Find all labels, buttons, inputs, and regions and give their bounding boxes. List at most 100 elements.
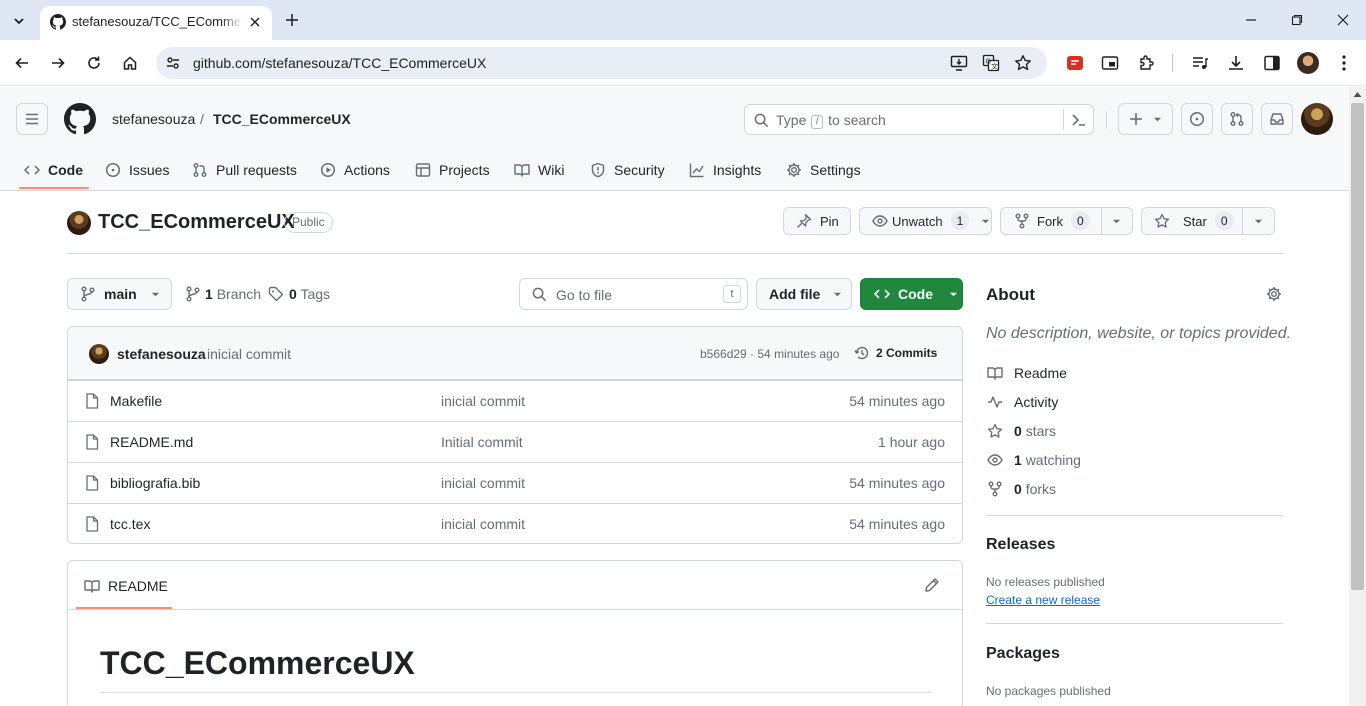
tab-issues[interactable]: Issues	[105, 160, 169, 180]
eye-icon	[872, 215, 888, 227]
media-controls-button[interactable]	[1188, 51, 1212, 75]
go-to-file-input[interactable]: Go to file t	[519, 278, 748, 310]
user-avatar[interactable]	[1301, 103, 1333, 135]
commit-meta[interactable]: b566d29 · 54 minutes ago	[700, 347, 839, 361]
commit-message[interactable]: inicial commit	[207, 346, 291, 362]
translate-icon[interactable]: G文	[980, 52, 1002, 74]
triangle-down-icon	[982, 219, 990, 223]
readme-link[interactable]: Readme	[986, 363, 1067, 383]
site-info-icon[interactable]	[162, 52, 184, 74]
scrollbar-thumb[interactable]	[1351, 103, 1364, 590]
search-icon	[532, 287, 547, 302]
new-tab-button[interactable]	[282, 10, 302, 30]
commits-link[interactable]: 2 Commits	[854, 345, 937, 361]
create-new-button[interactable]	[1118, 103, 1173, 135]
unwatch-button[interactable]: Unwatch 1	[859, 207, 992, 235]
tab-search-button[interactable]	[6, 8, 32, 34]
chrome-menu-button[interactable]	[1332, 51, 1356, 75]
packages-title[interactable]: Packages	[986, 645, 1060, 663]
extension-button[interactable]	[1063, 51, 1087, 75]
forks-link[interactable]: 0 forks	[986, 479, 1056, 499]
add-file-button[interactable]: Add file	[756, 278, 852, 310]
tab-code[interactable]: Code	[24, 160, 83, 180]
file-commit-message[interactable]: inicial commit	[441, 516, 525, 532]
issues-button[interactable]	[1181, 103, 1213, 135]
repo-title[interactable]: TCC_ECommerceUX	[98, 211, 295, 234]
tab-security[interactable]: Security	[590, 160, 665, 180]
browser-tab[interactable]: stefanesouza/TCC_ECommerceUX	[40, 6, 272, 40]
file-name[interactable]: Makefile	[110, 393, 162, 409]
profile-button[interactable]	[1296, 51, 1320, 75]
reload-button[interactable]	[82, 51, 106, 75]
inbox-icon	[1270, 113, 1284, 125]
table-row[interactable]: README.md Initial commit 1 hour ago	[68, 421, 962, 462]
plus-icon	[1130, 113, 1142, 125]
watching-link[interactable]: 1 watching	[986, 450, 1081, 470]
table-row[interactable]: tcc.tex inicial commit 54 minutes ago	[68, 503, 962, 543]
search-divider	[1063, 109, 1064, 130]
picture-in-picture-button[interactable]	[1098, 51, 1122, 75]
address-bar[interactable]: github.com/stefanesouza/TCC_ECommerceUX …	[156, 47, 1047, 79]
table-row[interactable]: bibliografia.bib inicial commit 54 minut…	[68, 462, 962, 503]
minimize-button[interactable]	[1236, 8, 1266, 32]
activity-link[interactable]: Activity	[986, 392, 1058, 412]
side-panel-icon	[1264, 55, 1280, 71]
stars-link[interactable]: 0 stars	[986, 421, 1056, 441]
inbox-button[interactable]	[1261, 103, 1293, 135]
close-tab-icon[interactable]	[246, 13, 264, 31]
file-commit-message[interactable]: inicial commit	[441, 475, 525, 491]
tab-projects[interactable]: Projects	[415, 160, 490, 180]
pin-button[interactable]: Pin	[783, 207, 851, 235]
tab-wiki[interactable]: Wiki	[514, 160, 564, 180]
open-global-nav-button[interactable]	[16, 103, 48, 135]
arrow-left-icon	[15, 57, 28, 69]
breadcrumb-repo[interactable]: TCC_ECommerceUX	[213, 111, 351, 127]
file-icon	[86, 516, 99, 532]
command-palette-icon[interactable]	[1071, 112, 1087, 128]
back-button[interactable]	[10, 51, 34, 75]
tab-actions[interactable]: Actions	[320, 160, 390, 180]
branch-select-button[interactable]: main	[67, 278, 172, 310]
install-app-icon[interactable]	[948, 52, 970, 74]
star-button[interactable]: Star 0	[1141, 207, 1275, 235]
search-input[interactable]: Type / to search	[744, 104, 1094, 135]
restore-button[interactable]	[1282, 8, 1312, 32]
triangle-down-icon	[151, 292, 159, 296]
arrow-right-icon	[52, 57, 65, 69]
code-button[interactable]: Code	[860, 278, 963, 310]
file-name[interactable]: bibliografia.bib	[110, 475, 200, 491]
gear-icon[interactable]	[1266, 286, 1282, 302]
file-commit-message[interactable]: inicial commit	[441, 393, 525, 409]
home-icon	[123, 56, 137, 70]
fork-button[interactable]: Fork 0	[1000, 207, 1133, 235]
extensions-button[interactable]	[1135, 51, 1159, 75]
create-release-link[interactable]: Create a new release	[986, 593, 1100, 607]
tab-settings[interactable]: Settings	[786, 160, 861, 180]
side-panel-button[interactable]	[1260, 51, 1284, 75]
tags-link[interactable]: 0 Tags	[268, 286, 330, 302]
downloads-button[interactable]	[1224, 51, 1248, 75]
commit-author-avatar[interactable]	[89, 344, 109, 364]
pull-requests-button[interactable]	[1221, 103, 1253, 135]
readme-tab[interactable]: README	[84, 578, 168, 594]
file-commit-message[interactable]: Initial commit	[441, 434, 523, 450]
owner-avatar[interactable]	[67, 211, 91, 235]
bookmark-star-icon[interactable]	[1012, 52, 1034, 74]
file-name[interactable]: tcc.tex	[110, 516, 150, 532]
scroll-up-arrow-icon[interactable]	[1353, 91, 1362, 98]
github-logo-icon[interactable]	[64, 103, 96, 135]
home-button[interactable]	[118, 51, 142, 75]
pencil-icon[interactable]	[924, 577, 940, 593]
file-time: 1 hour ago	[878, 434, 945, 450]
commit-author[interactable]: stefanesouza	[117, 346, 206, 362]
tab-pull-requests[interactable]: Pull requests	[192, 160, 297, 180]
visibility-badge: Public	[284, 212, 333, 233]
tab-insights[interactable]: Insights	[689, 160, 761, 180]
close-window-button[interactable]	[1328, 8, 1358, 32]
file-name[interactable]: README.md	[110, 434, 193, 450]
releases-title[interactable]: Releases	[986, 536, 1055, 554]
forward-button[interactable]	[46, 51, 70, 75]
table-row[interactable]: Makefile inicial commit 54 minutes ago	[68, 380, 962, 421]
branches-link[interactable]: 1 Branch	[186, 286, 261, 302]
breadcrumb-owner[interactable]: stefanesouza	[112, 111, 195, 127]
